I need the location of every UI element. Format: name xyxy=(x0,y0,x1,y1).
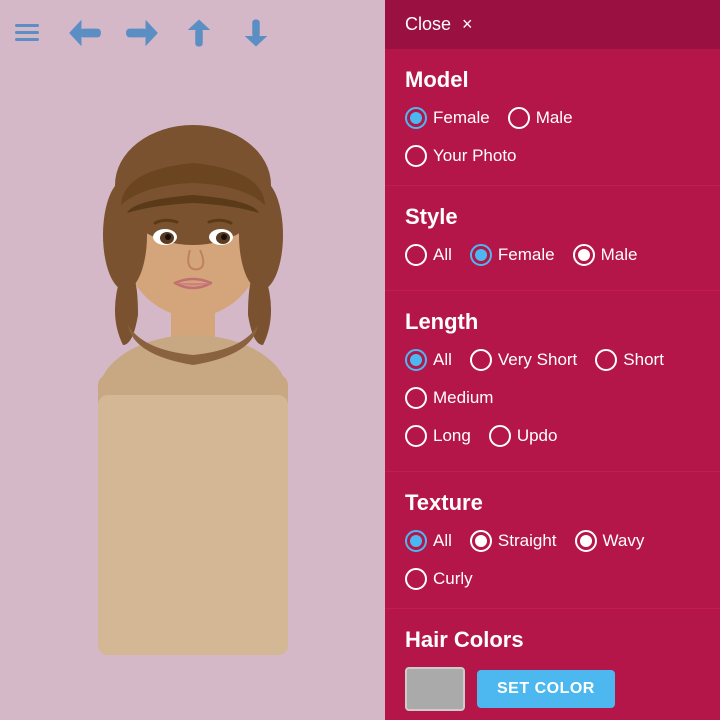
style-all-radio[interactable] xyxy=(405,244,427,266)
length-section-title: Length xyxy=(405,309,700,335)
right-panel: Close × Model Female Male Your Photo Sty… xyxy=(385,0,720,720)
model-yourphoto-radio[interactable] xyxy=(405,145,427,167)
left-panel xyxy=(0,0,385,720)
length-updo-radio[interactable] xyxy=(489,425,511,447)
model-option-female[interactable]: Female xyxy=(405,107,490,129)
texture-straight-label: Straight xyxy=(498,531,557,551)
hair-colors-section: Hair Colors SET COLOR TRY ON GRAY HAIR xyxy=(385,609,720,720)
arrow-down-button[interactable] xyxy=(235,15,277,51)
texture-radio-group: All Straight Wavy Curly xyxy=(405,530,700,590)
length-short-label: Short xyxy=(623,350,664,370)
hamburger-menu-icon[interactable] xyxy=(15,24,39,41)
texture-section: Texture All Straight Wavy Curly xyxy=(385,472,720,609)
set-color-button[interactable]: SET COLOR xyxy=(477,670,615,708)
model-yourphoto-label: Your Photo xyxy=(433,146,517,166)
close-button[interactable]: Close × xyxy=(405,14,473,35)
texture-all-label: All xyxy=(433,531,452,551)
model-section: Model Female Male Your Photo xyxy=(385,49,720,186)
length-short-radio[interactable] xyxy=(595,349,617,371)
arrow-right-button[interactable] xyxy=(121,15,163,51)
model-section-title: Model xyxy=(405,67,700,93)
length-option-updo[interactable]: Updo xyxy=(489,425,558,447)
style-option-male[interactable]: Male xyxy=(573,244,638,266)
length-option-short[interactable]: Short xyxy=(595,349,664,371)
style-female-radio[interactable] xyxy=(470,244,492,266)
color-swatch[interactable] xyxy=(405,667,465,711)
arrow-up-button[interactable] xyxy=(178,15,220,51)
texture-wavy-radio[interactable] xyxy=(575,530,597,552)
length-option-very-short[interactable]: Very Short xyxy=(470,349,577,371)
length-long-label: Long xyxy=(433,426,471,446)
style-option-all[interactable]: All xyxy=(405,244,452,266)
texture-option-straight[interactable]: Straight xyxy=(470,530,557,552)
toolbar xyxy=(0,0,385,65)
model-option-male[interactable]: Male xyxy=(508,107,573,129)
model-preview-area xyxy=(0,65,385,720)
close-bar: Close × xyxy=(385,0,720,49)
length-option-medium[interactable]: Medium xyxy=(405,387,682,409)
texture-wavy-label: Wavy xyxy=(603,531,645,551)
length-section: Length All Very Short Short Medium Long xyxy=(385,291,720,472)
style-option-female[interactable]: Female xyxy=(470,244,555,266)
texture-all-radio[interactable] xyxy=(405,530,427,552)
style-section: Style All Female Male xyxy=(385,186,720,291)
texture-option-all[interactable]: All xyxy=(405,530,452,552)
model-male-radio[interactable] xyxy=(508,107,530,129)
length-veryshort-radio[interactable] xyxy=(470,349,492,371)
style-section-title: Style xyxy=(405,204,700,230)
texture-option-wavy[interactable]: Wavy xyxy=(575,530,645,552)
color-picker-row: SET COLOR xyxy=(405,667,700,711)
model-radio-group: Female Male Your Photo xyxy=(405,107,700,167)
length-medium-label: Medium xyxy=(433,388,493,408)
length-medium-radio[interactable] xyxy=(405,387,427,409)
length-option-long[interactable]: Long xyxy=(405,425,471,447)
style-male-label: Male xyxy=(601,245,638,265)
style-all-label: All xyxy=(433,245,452,265)
style-radio-group: All Female Male xyxy=(405,244,700,272)
texture-curly-label: Curly xyxy=(433,569,473,589)
texture-option-curly[interactable]: Curly xyxy=(405,568,682,590)
texture-straight-radio[interactable] xyxy=(470,530,492,552)
style-male-radio[interactable] xyxy=(573,244,595,266)
style-female-label: Female xyxy=(498,245,555,265)
length-all-label: All xyxy=(433,350,452,370)
arrow-left-button[interactable] xyxy=(64,15,106,51)
length-veryshort-label: Very Short xyxy=(498,350,577,370)
model-female-radio[interactable] xyxy=(405,107,427,129)
length-radio-group: All Very Short Short Medium Long Updo xyxy=(405,349,700,453)
texture-curly-radio[interactable] xyxy=(405,568,427,590)
model-option-your-photo[interactable]: Your Photo xyxy=(405,145,682,167)
length-option-all[interactable]: All xyxy=(405,349,452,371)
hair-colors-title: Hair Colors xyxy=(405,627,700,653)
length-long-radio[interactable] xyxy=(405,425,427,447)
texture-section-title: Texture xyxy=(405,490,700,516)
model-female-label: Female xyxy=(433,108,490,128)
length-all-radio[interactable] xyxy=(405,349,427,371)
length-updo-label: Updo xyxy=(517,426,558,446)
model-male-label: Male xyxy=(536,108,573,128)
